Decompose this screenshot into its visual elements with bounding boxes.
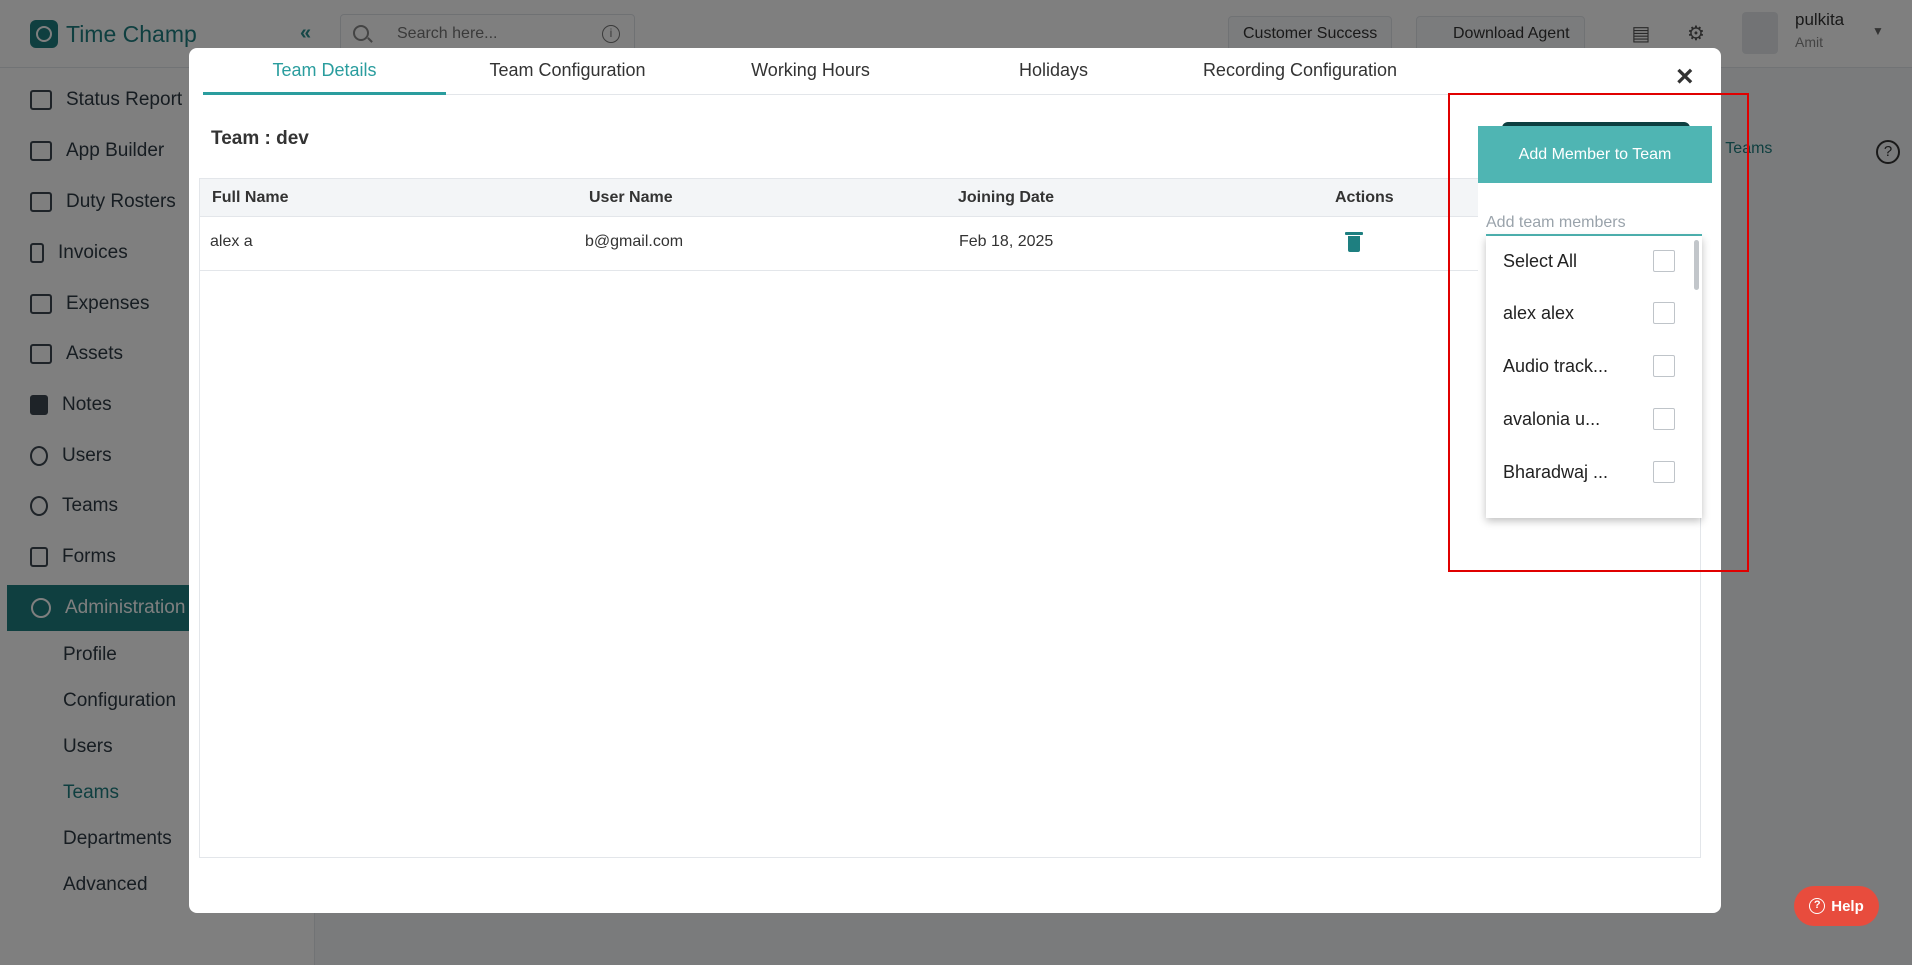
trash-bin — [1348, 236, 1360, 252]
column-full-name: Full Name — [212, 189, 289, 206]
tab-recording-configuration[interactable]: Recording Configuration — [1175, 60, 1425, 81]
team-title: Team : dev — [211, 128, 309, 149]
close-icon[interactable]: × — [1676, 62, 1694, 92]
trash-lid — [1345, 232, 1363, 235]
cell-user-name: b@gmail.com — [585, 233, 684, 250]
highlight-annotation-box — [1448, 93, 1749, 572]
column-joining-date: Joining Date — [958, 189, 1055, 206]
tab-holidays[interactable]: Holidays — [932, 60, 1175, 81]
active-tab-indicator — [203, 92, 446, 95]
help-button[interactable]: ? Help — [1794, 886, 1879, 926]
trash-icon[interactable] — [1345, 232, 1363, 252]
help-icon: ? — [1809, 898, 1826, 914]
column-user-name: User Name — [589, 189, 673, 206]
modal-tabs: Team Details Team Configuration Working … — [203, 48, 1708, 95]
cell-joining-date: Feb 18, 2025 — [959, 233, 1054, 250]
tab-team-details[interactable]: Team Details — [203, 60, 446, 81]
help-label: Help — [1831, 897, 1864, 915]
cell-full-name: alex a — [210, 233, 253, 250]
modal-footer — [199, 858, 1701, 903]
column-actions: Actions — [1335, 189, 1394, 206]
tab-working-hours[interactable]: Working Hours — [689, 60, 932, 81]
tab-team-configuration[interactable]: Team Configuration — [446, 60, 689, 81]
